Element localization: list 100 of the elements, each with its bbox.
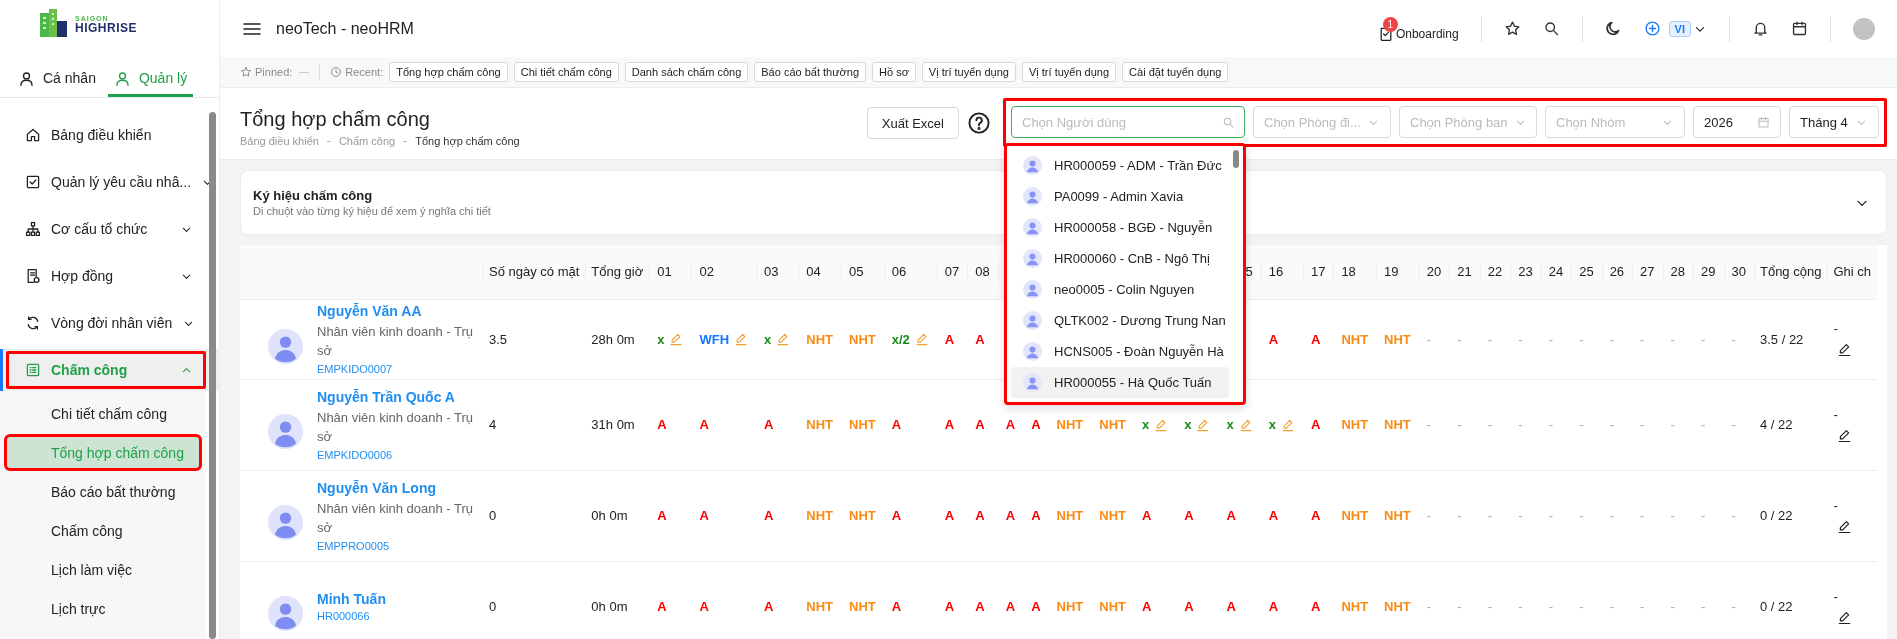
- attendance-code: A: [975, 599, 985, 614]
- recent-page-chip[interactable]: Hồ sơ: [872, 62, 916, 82]
- attendance-code: A: [657, 508, 667, 523]
- user-option[interactable]: HR000055 - Hà Quốc Tuấn: [1011, 367, 1229, 398]
- user-option[interactable]: HR000060 - CnB - Ngô Thị: [1011, 243, 1229, 274]
- recent-page-chip[interactable]: Cài đặt tuyển dụng: [1122, 62, 1229, 82]
- attendance-code: -: [1457, 331, 1462, 347]
- attendance-code: -: [1487, 599, 1493, 614]
- attendance-code: -: [1457, 508, 1462, 523]
- home-icon: [25, 127, 41, 143]
- attendance-code: A: [764, 417, 774, 432]
- notification-icon[interactable]: [1752, 20, 1769, 37]
- user-option[interactable]: HR000059 - ADM - Trần Đức: [1011, 150, 1229, 181]
- attendance-code: -: [1670, 508, 1675, 523]
- avatar-icon: [1023, 311, 1042, 330]
- role-tab[interactable]: Cá nhân: [12, 62, 102, 97]
- column-header: 29: [1701, 264, 1716, 280]
- recent-page-chip[interactable]: Vị trí tuyển dụng: [921, 62, 1016, 82]
- attendance-code: -: [1487, 508, 1493, 523]
- attendance-code: WFH: [699, 331, 730, 347]
- attendance-code: -: [1670, 417, 1675, 432]
- attendance-code: A: [699, 508, 709, 523]
- attendance-code: -: [1548, 599, 1554, 614]
- table-cell: 0h 0m: [591, 599, 628, 614]
- user-option[interactable]: neo0005 - Colin Nguyen: [1011, 274, 1229, 305]
- attendance-code: -: [1518, 508, 1523, 523]
- table-cell: 4: [489, 417, 497, 432]
- attendance-code: -: [1548, 508, 1554, 523]
- submenu-item[interactable]: Báo cáo bất thường: [4, 473, 202, 510]
- recent-page-chip[interactable]: Tổng hợp chấm công: [389, 62, 508, 82]
- onboarding-button[interactable]: 1 Onboarding: [1377, 15, 1459, 42]
- attendance-code: -: [1426, 508, 1432, 523]
- attendance-code: -: [1548, 417, 1554, 432]
- user-option[interactable]: HR000058 - BGĐ - Nguyễn: [1011, 212, 1229, 243]
- month-select[interactable]: Tháng 4: [1789, 106, 1879, 138]
- edit-icon[interactable]: [1837, 609, 1853, 625]
- attendance-code: x: [1141, 417, 1150, 432]
- legend-title: Ký hiệu chấm công: [253, 188, 374, 203]
- edit-icon[interactable]: [1837, 342, 1853, 357]
- attendance-code: -: [1457, 599, 1462, 614]
- note-text: -: [1833, 321, 1838, 336]
- column-header: 08: [975, 264, 990, 280]
- user-option[interactable]: PA0099 - Admin Xavia: [1011, 181, 1229, 212]
- employee-code: HR000066: [317, 610, 371, 622]
- calendar-icon[interactable]: [1791, 20, 1808, 37]
- edit-icon[interactable]: [1837, 427, 1853, 443]
- legend-hint: Di chuột vào từng ký hiệu để xem ý nghĩa chi tiết: [253, 205, 491, 217]
- attendance-code: A: [944, 331, 955, 347]
- submenu-item[interactable]: Chi tiết chấm công: [4, 395, 202, 432]
- add-icon[interactable]: [1643, 20, 1661, 37]
- column-header: Số ngày có mặt: [489, 264, 580, 280]
- attendance-code: NHT: [849, 331, 876, 347]
- column-header: 24: [1548, 264, 1564, 280]
- attendance-code: -: [1609, 331, 1614, 347]
- sidebar-item[interactable]: Cơ cấu tổ chức: [6, 210, 206, 248]
- note-text: -: [1833, 497, 1838, 513]
- attendance-code: -: [1731, 417, 1736, 432]
- moon-icon[interactable]: [1604, 20, 1622, 37]
- recent-page-chip[interactable]: Danh sách chấm công: [624, 62, 749, 82]
- recent-page-chip[interactable]: Chi tiết chấm công: [513, 62, 619, 82]
- attendance-code: A: [944, 508, 955, 523]
- attendance-code: A: [1031, 417, 1041, 432]
- attendance-code: A: [1310, 599, 1321, 614]
- language-selector[interactable]: VI: [1668, 20, 1691, 37]
- star-icon[interactable]: [1503, 20, 1521, 37]
- column-header: 17: [1310, 264, 1326, 280]
- sidebar-item[interactable]: Bảng điều khiển: [6, 116, 206, 154]
- sidebar-item[interactable]: Hợp đồng: [6, 257, 206, 295]
- year-picker[interactable]: 2026: [1693, 106, 1781, 138]
- recent-page-chip[interactable]: Vị trí tuyển dụng: [1021, 62, 1117, 82]
- employee-position: Nhân viên kinh doanh - Trụ sở: [317, 323, 475, 360]
- attendance-code: -: [1579, 599, 1584, 614]
- submenu-item[interactable]: Lịch làm việc: [4, 551, 202, 588]
- column-header: 01: [657, 264, 672, 280]
- column-header: 18: [1341, 264, 1356, 280]
- attendance-code: -: [1579, 508, 1584, 523]
- submenu-item[interactable]: Lịch trực: [4, 590, 202, 627]
- recent-page-chip[interactable]: Báo cáo bất thường: [754, 62, 866, 82]
- attendance-code: A: [1184, 508, 1194, 523]
- attendance-code: -: [1731, 508, 1736, 523]
- sidebar-item[interactable]: Vòng đời nhân viên: [6, 304, 206, 342]
- column-header: 26: [1609, 264, 1625, 280]
- search-icon[interactable]: [1542, 20, 1560, 37]
- user-option[interactable]: QLTK002 - Dương Trung Nan: [1011, 305, 1229, 336]
- export-excel-button[interactable]: Xuất Excel: [866, 107, 959, 139]
- edit-icon[interactable]: [1837, 518, 1853, 534]
- user-search-field[interactable]: Chọn Người dùng: [1011, 106, 1245, 138]
- help-icon[interactable]: [967, 111, 991, 135]
- column-header: 05: [849, 264, 864, 280]
- sidebar-item[interactable]: Quản lý yêu cầu nhâ...: [6, 163, 206, 201]
- column-header: 21: [1457, 264, 1472, 280]
- column-header: 23: [1518, 264, 1533, 280]
- user-option[interactable]: HCNS005 - Đoàn Nguyễn Hà: [1011, 336, 1229, 367]
- attendance-code: A: [1226, 599, 1236, 614]
- list-document-icon: [25, 362, 41, 378]
- role-tab[interactable]: Quản lý: [107, 62, 194, 97]
- column-header: 30: [1731, 264, 1746, 280]
- submenu-item[interactable]: Chấm công: [4, 512, 202, 549]
- attendance-code: A: [657, 417, 667, 432]
- attendance-code: NHT: [1099, 508, 1126, 523]
